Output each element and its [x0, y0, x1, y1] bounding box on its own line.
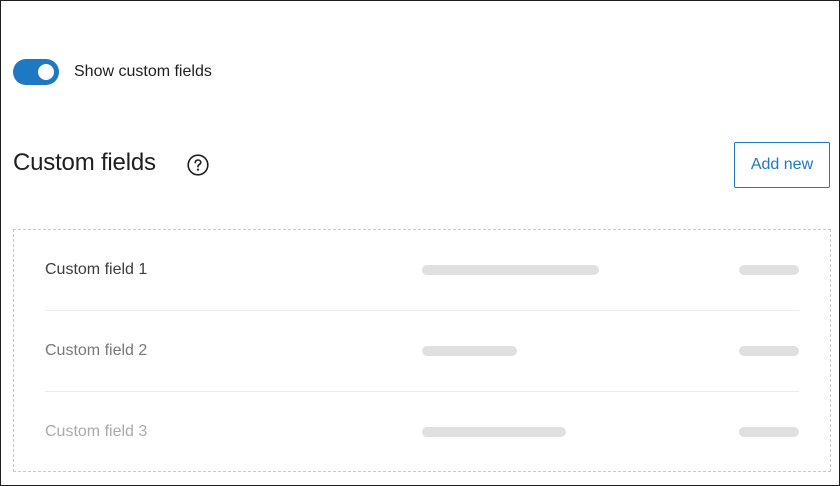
list-item: Custom field 2	[45, 311, 799, 391]
custom-field-label: Custom field 3	[45, 423, 148, 440]
add-new-button[interactable]: Add new	[734, 142, 830, 188]
value-placeholder-bar	[422, 346, 517, 356]
show-custom-fields-label: Show custom fields	[74, 63, 212, 80]
show-custom-fields-row: Show custom fields	[13, 59, 212, 85]
section-title: Custom fields	[13, 149, 156, 176]
show-custom-fields-toggle[interactable]	[13, 59, 59, 85]
list-item: Custom field 1	[45, 230, 799, 310]
value-placeholder-bar	[422, 427, 566, 437]
action-placeholder-bar	[739, 265, 799, 275]
action-placeholder-bar	[739, 346, 799, 356]
value-placeholder-bar	[422, 265, 599, 275]
action-placeholder-bar	[739, 427, 799, 437]
custom-field-label: Custom field 1	[45, 261, 148, 278]
toggle-knob	[38, 64, 54, 80]
list-item: Custom field 3	[45, 392, 799, 472]
custom-field-label: Custom field 2	[45, 342, 148, 359]
custom-fields-panel-frame: Show custom fields Custom fields Add new…	[0, 0, 840, 486]
custom-fields-list: Custom field 1 Custom field 2 Custom fie…	[13, 229, 831, 472]
question-circle-icon[interactable]	[187, 154, 209, 176]
